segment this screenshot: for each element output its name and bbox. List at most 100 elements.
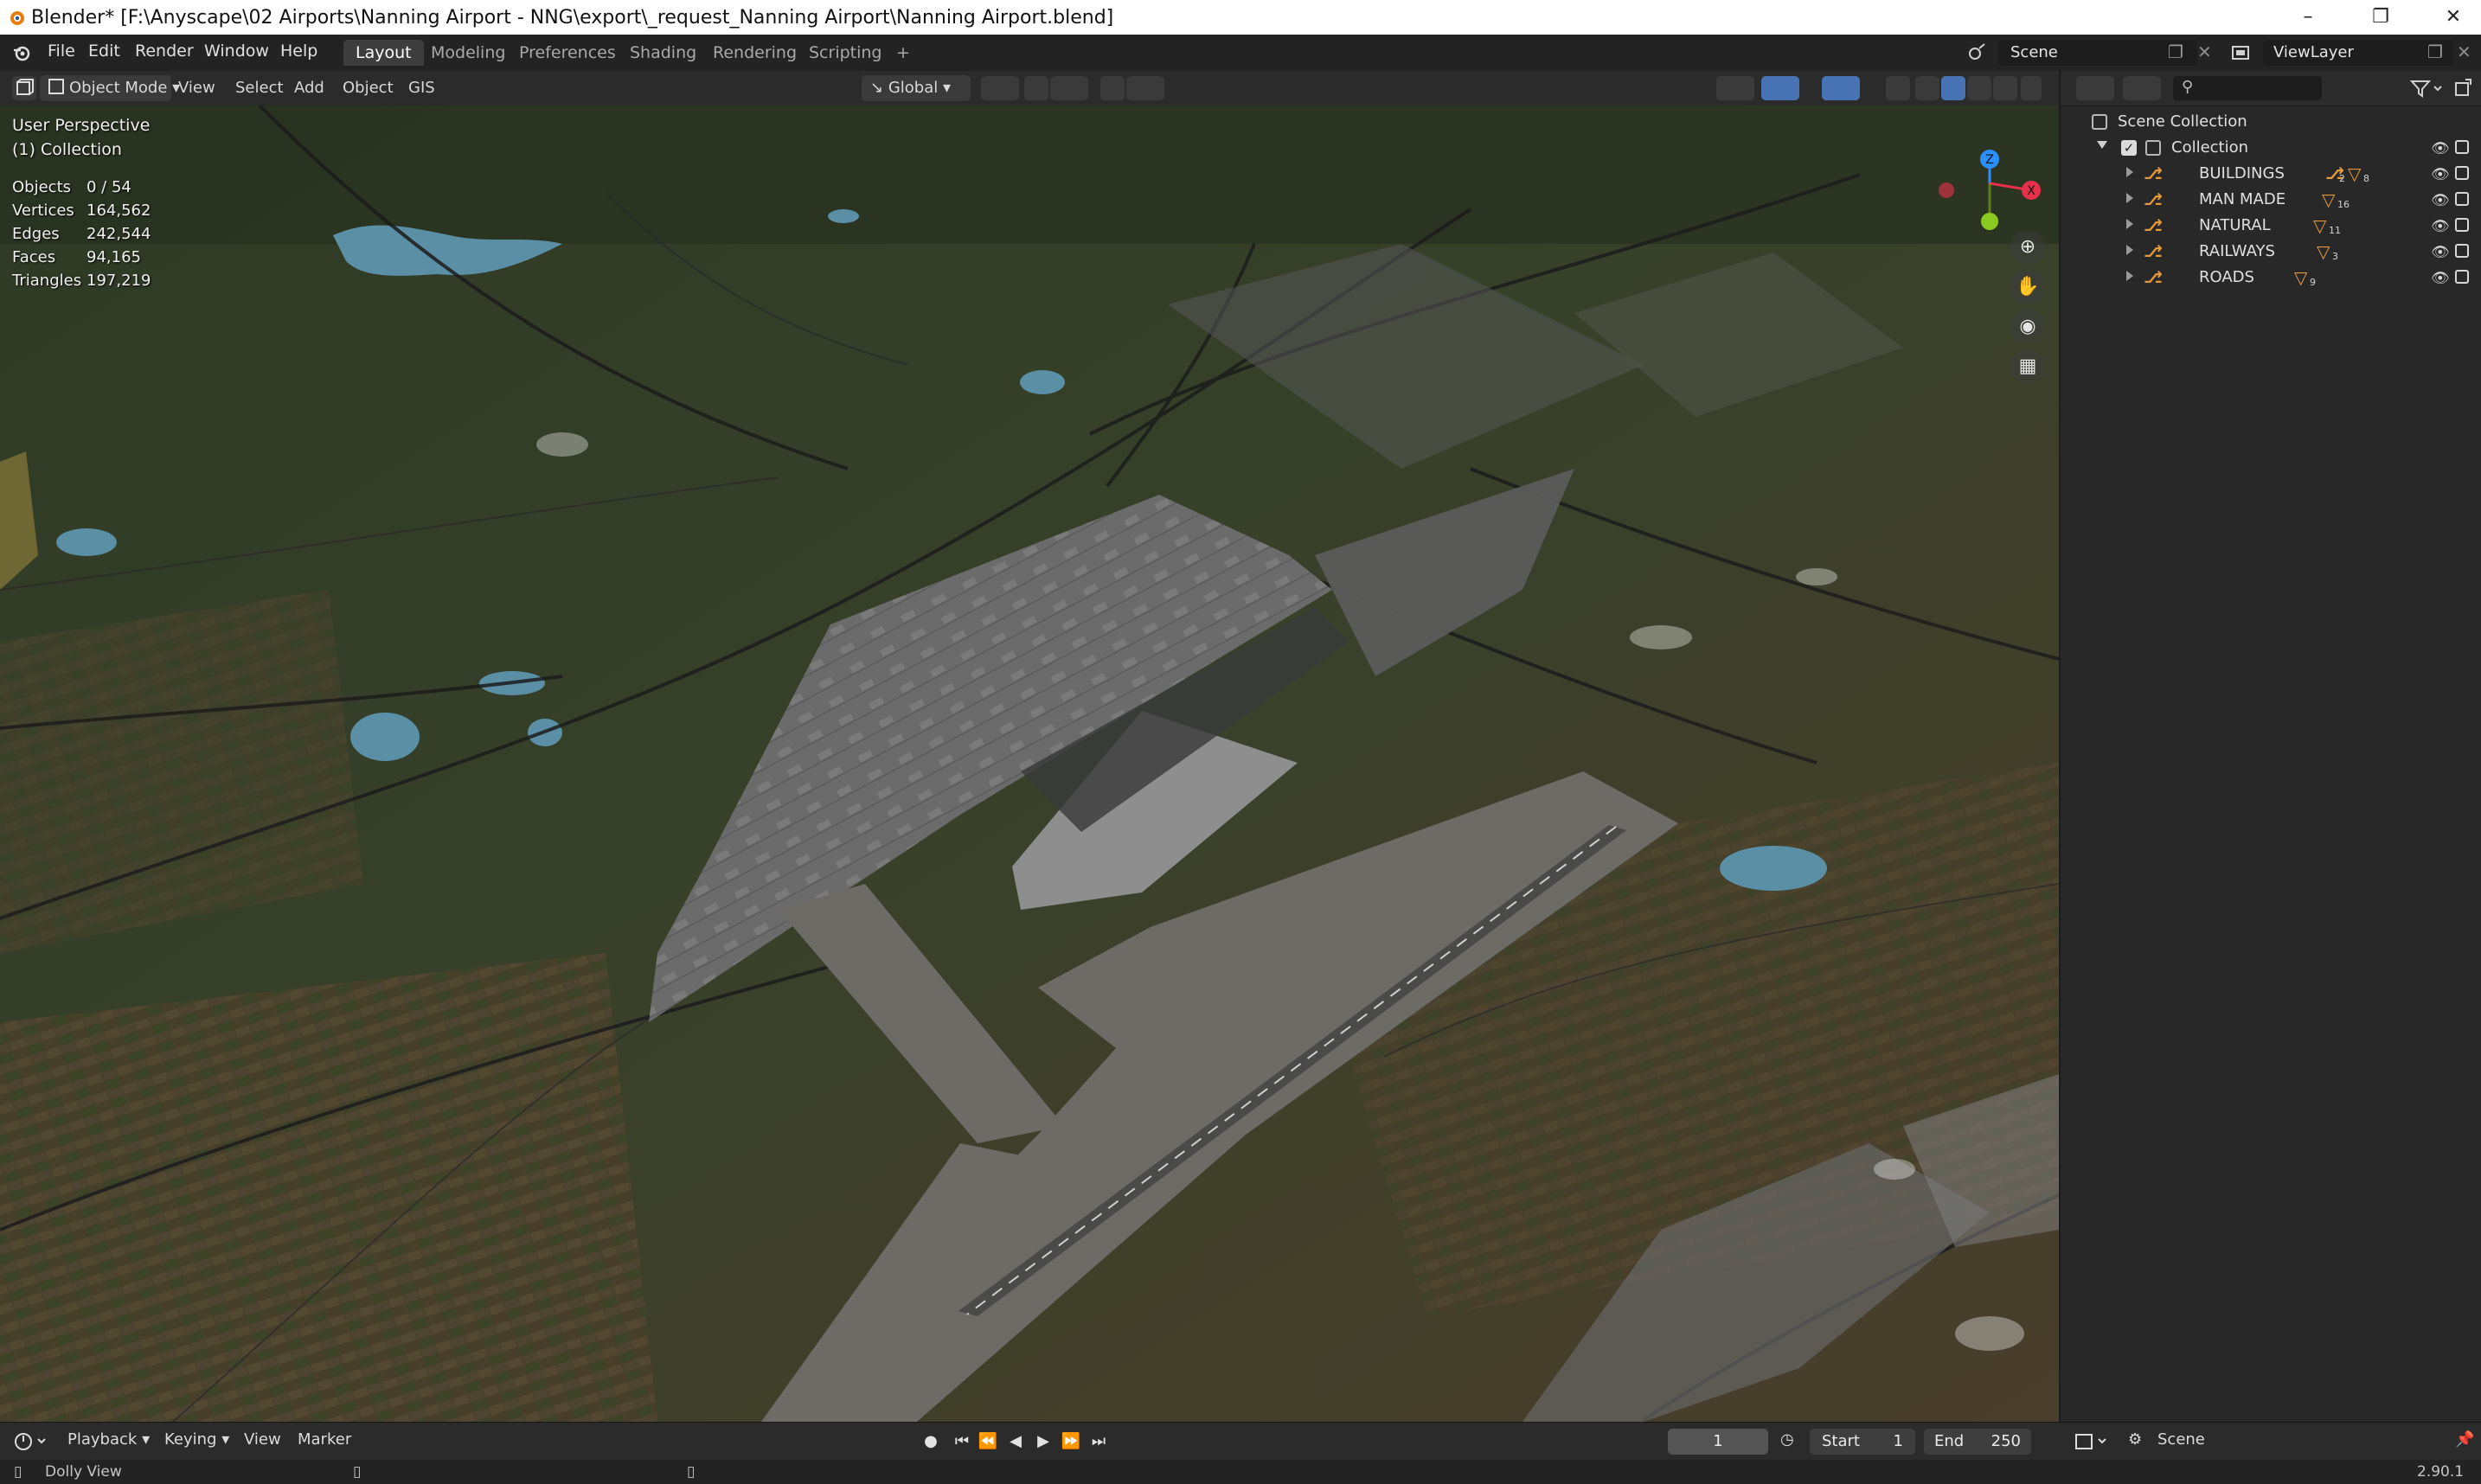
outliner-search-input[interactable]: ⚲	[2173, 76, 2322, 100]
outliner-row-man-made[interactable]: ⎇ MAN MADE ▽ 16 👁	[2061, 187, 2481, 213]
tab-modeling[interactable]: Modeling	[419, 40, 517, 66]
marker-menu[interactable]: Marker	[298, 1430, 351, 1449]
menu-edit[interactable]: Edit	[88, 42, 120, 61]
tab-scripting[interactable]: Scripting	[797, 40, 894, 66]
preview-range-icon[interactable]: ◷	[1780, 1430, 1794, 1449]
outliner-row-buildings[interactable]: ⎇ BUILDINGS ⎇ 2 ▽ 8 👁	[2061, 161, 2481, 187]
remove-scene-icon[interactable]: ✕	[2197, 42, 2212, 62]
keying-menu[interactable]: Keying ▾	[164, 1430, 229, 1449]
render-camera-icon[interactable]	[2455, 244, 2469, 258]
outliner-editor-type-icon[interactable]	[2076, 76, 2114, 100]
transform-orientation-dropdown[interactable]: ↘ Global ▾	[862, 75, 971, 101]
jump-keyframe-back-icon[interactable]: ⏪	[978, 1431, 998, 1452]
outliner-row-scene-collection[interactable]: Scene Collection	[2061, 109, 2481, 135]
add-menu[interactable]: Add	[285, 75, 333, 101]
object-menu[interactable]: Object	[334, 75, 402, 101]
end-frame-field[interactable]: End 250	[1924, 1429, 2031, 1455]
editor-type-icon[interactable]	[12, 76, 36, 100]
current-frame-field[interactable]: 1	[1668, 1429, 1768, 1455]
solid-shading-icon[interactable]	[1941, 76, 1965, 100]
select-menu[interactable]: Select	[227, 75, 292, 101]
render-camera-icon[interactable]	[2455, 166, 2469, 180]
remove-view-layer-icon[interactable]: ✕	[2457, 42, 2471, 62]
ortho-grid-icon[interactable]: ▦	[2010, 349, 2045, 384]
pin-icon[interactable]: 📌	[2455, 1430, 2474, 1449]
start-frame-field[interactable]: Start 1	[1810, 1429, 1915, 1455]
eye-icon[interactable]: 👁	[2431, 192, 2450, 209]
outliner-row-collection[interactable]: ✓ Collection 👁	[2061, 135, 2481, 161]
tab-preferences[interactable]: Preferences	[507, 40, 628, 66]
outliner-row-railways[interactable]: ⎇ RAILWAYS ▽ 3 👁	[2061, 239, 2481, 265]
display-mode-icon[interactable]	[2123, 76, 2161, 100]
gis-menu[interactable]: GIS	[400, 75, 444, 101]
filter-icon[interactable]	[2407, 76, 2445, 100]
camera-view-icon[interactable]: ◉	[2010, 310, 2045, 344]
eye-icon[interactable]: 👁	[2431, 270, 2450, 287]
pan-hand-icon[interactable]: ✋	[2010, 270, 2045, 304]
view-menu[interactable]: View	[170, 75, 224, 101]
new-view-layer-icon[interactable]: ❐	[2427, 42, 2443, 62]
minimize-button[interactable]: –	[2284, 3, 2332, 31]
menu-file[interactable]: File	[48, 42, 75, 61]
proportional-edit-icon[interactable]	[1100, 76, 1125, 100]
maximize-button[interactable]: ❐	[2356, 3, 2405, 31]
blender-menu-icon[interactable]	[12, 43, 31, 62]
eye-icon[interactable]: 👁	[2431, 218, 2450, 235]
expand-arrow-icon[interactable]	[2126, 193, 2133, 203]
pivot-point-icon[interactable]	[981, 76, 1019, 100]
tab-rendering[interactable]: Rendering	[701, 40, 809, 66]
scene-field[interactable]: Scene ❐	[1998, 40, 2197, 66]
scene-browse-icon[interactable]	[1965, 40, 1991, 66]
outliner-row-natural[interactable]: ⎇ NATURAL ▽ 11 👁	[2061, 213, 2481, 239]
zoom-icon[interactable]: ⊕	[2010, 230, 2045, 265]
jump-keyframe-forward-icon[interactable]: ⏩	[1061, 1431, 1081, 1452]
object-mode-dropdown[interactable]: Object Mode ▾	[40, 75, 180, 101]
new-scene-icon[interactable]: ❐	[2168, 42, 2183, 62]
view-layer-field[interactable]: ViewLayer ❐	[2263, 40, 2453, 66]
snap-target-icon[interactable]	[1050, 76, 1088, 100]
falloff-icon[interactable]	[1126, 76, 1164, 100]
timeline-editor-type-icon[interactable]	[12, 1430, 50, 1453]
wireframe-shading-icon[interactable]	[1915, 76, 1939, 100]
new-collection-icon[interactable]	[2452, 76, 2474, 100]
record-icon[interactable]: ●	[920, 1431, 941, 1452]
render-camera-icon[interactable]	[2455, 270, 2469, 284]
shading-options-icon[interactable]	[2021, 76, 2042, 100]
expand-arrow-icon[interactable]	[2126, 167, 2133, 177]
play-reverse-icon[interactable]: ◀	[1005, 1431, 1026, 1452]
close-button[interactable]: ✕	[2429, 3, 2478, 31]
expand-arrow-icon[interactable]	[2126, 219, 2133, 229]
playback-menu[interactable]: Playback ▾	[67, 1430, 150, 1449]
render-camera-icon[interactable]	[2455, 192, 2469, 206]
eye-icon[interactable]: 👁	[2431, 140, 2450, 157]
jump-end-icon[interactable]: ⏭	[1088, 1431, 1109, 1452]
render-camera-icon[interactable]	[2455, 140, 2469, 154]
snap-toggle-icon[interactable]	[1024, 76, 1048, 100]
expand-arrow-icon[interactable]	[2126, 245, 2133, 255]
eye-icon[interactable]: 👁	[2431, 244, 2450, 261]
view-layer-browse-icon[interactable]	[2228, 40, 2254, 66]
material-preview-icon[interactable]	[1967, 76, 1991, 100]
overlays-toggle-icon[interactable]	[1822, 76, 1860, 100]
tab-layout[interactable]: Layout	[343, 40, 424, 66]
expand-arrow-icon[interactable]	[2097, 141, 2107, 149]
3d-viewport[interactable]: User Perspective (1) Collection Objects …	[0, 106, 2059, 1422]
timeline-view-menu[interactable]: View	[244, 1430, 281, 1449]
menu-window[interactable]: Window	[204, 42, 269, 61]
checkbox-icon[interactable]: ✓	[2121, 140, 2137, 156]
menu-help[interactable]: Help	[280, 42, 317, 61]
play-icon[interactable]: ▶	[1033, 1431, 1054, 1452]
menu-render[interactable]: Render	[135, 42, 194, 61]
jump-start-icon[interactable]: ⏮	[952, 1431, 972, 1452]
rendered-shading-icon[interactable]	[1993, 76, 2017, 100]
eye-icon[interactable]: 👁	[2431, 166, 2450, 183]
gizmo-toggle-icon[interactable]	[1761, 76, 1799, 100]
add-workspace-button[interactable]: +	[884, 40, 922, 66]
properties-editor-type-icon[interactable]	[2073, 1430, 2111, 1453]
navigation-gizmo[interactable]: Z X	[1920, 123, 2050, 235]
expand-arrow-icon[interactable]	[2126, 271, 2133, 281]
render-camera-icon[interactable]	[2455, 218, 2469, 232]
xray-toggle-icon[interactable]	[1886, 76, 1910, 100]
visibility-selectability-icon[interactable]	[1716, 76, 1754, 100]
tab-shading[interactable]: Shading	[618, 40, 708, 66]
